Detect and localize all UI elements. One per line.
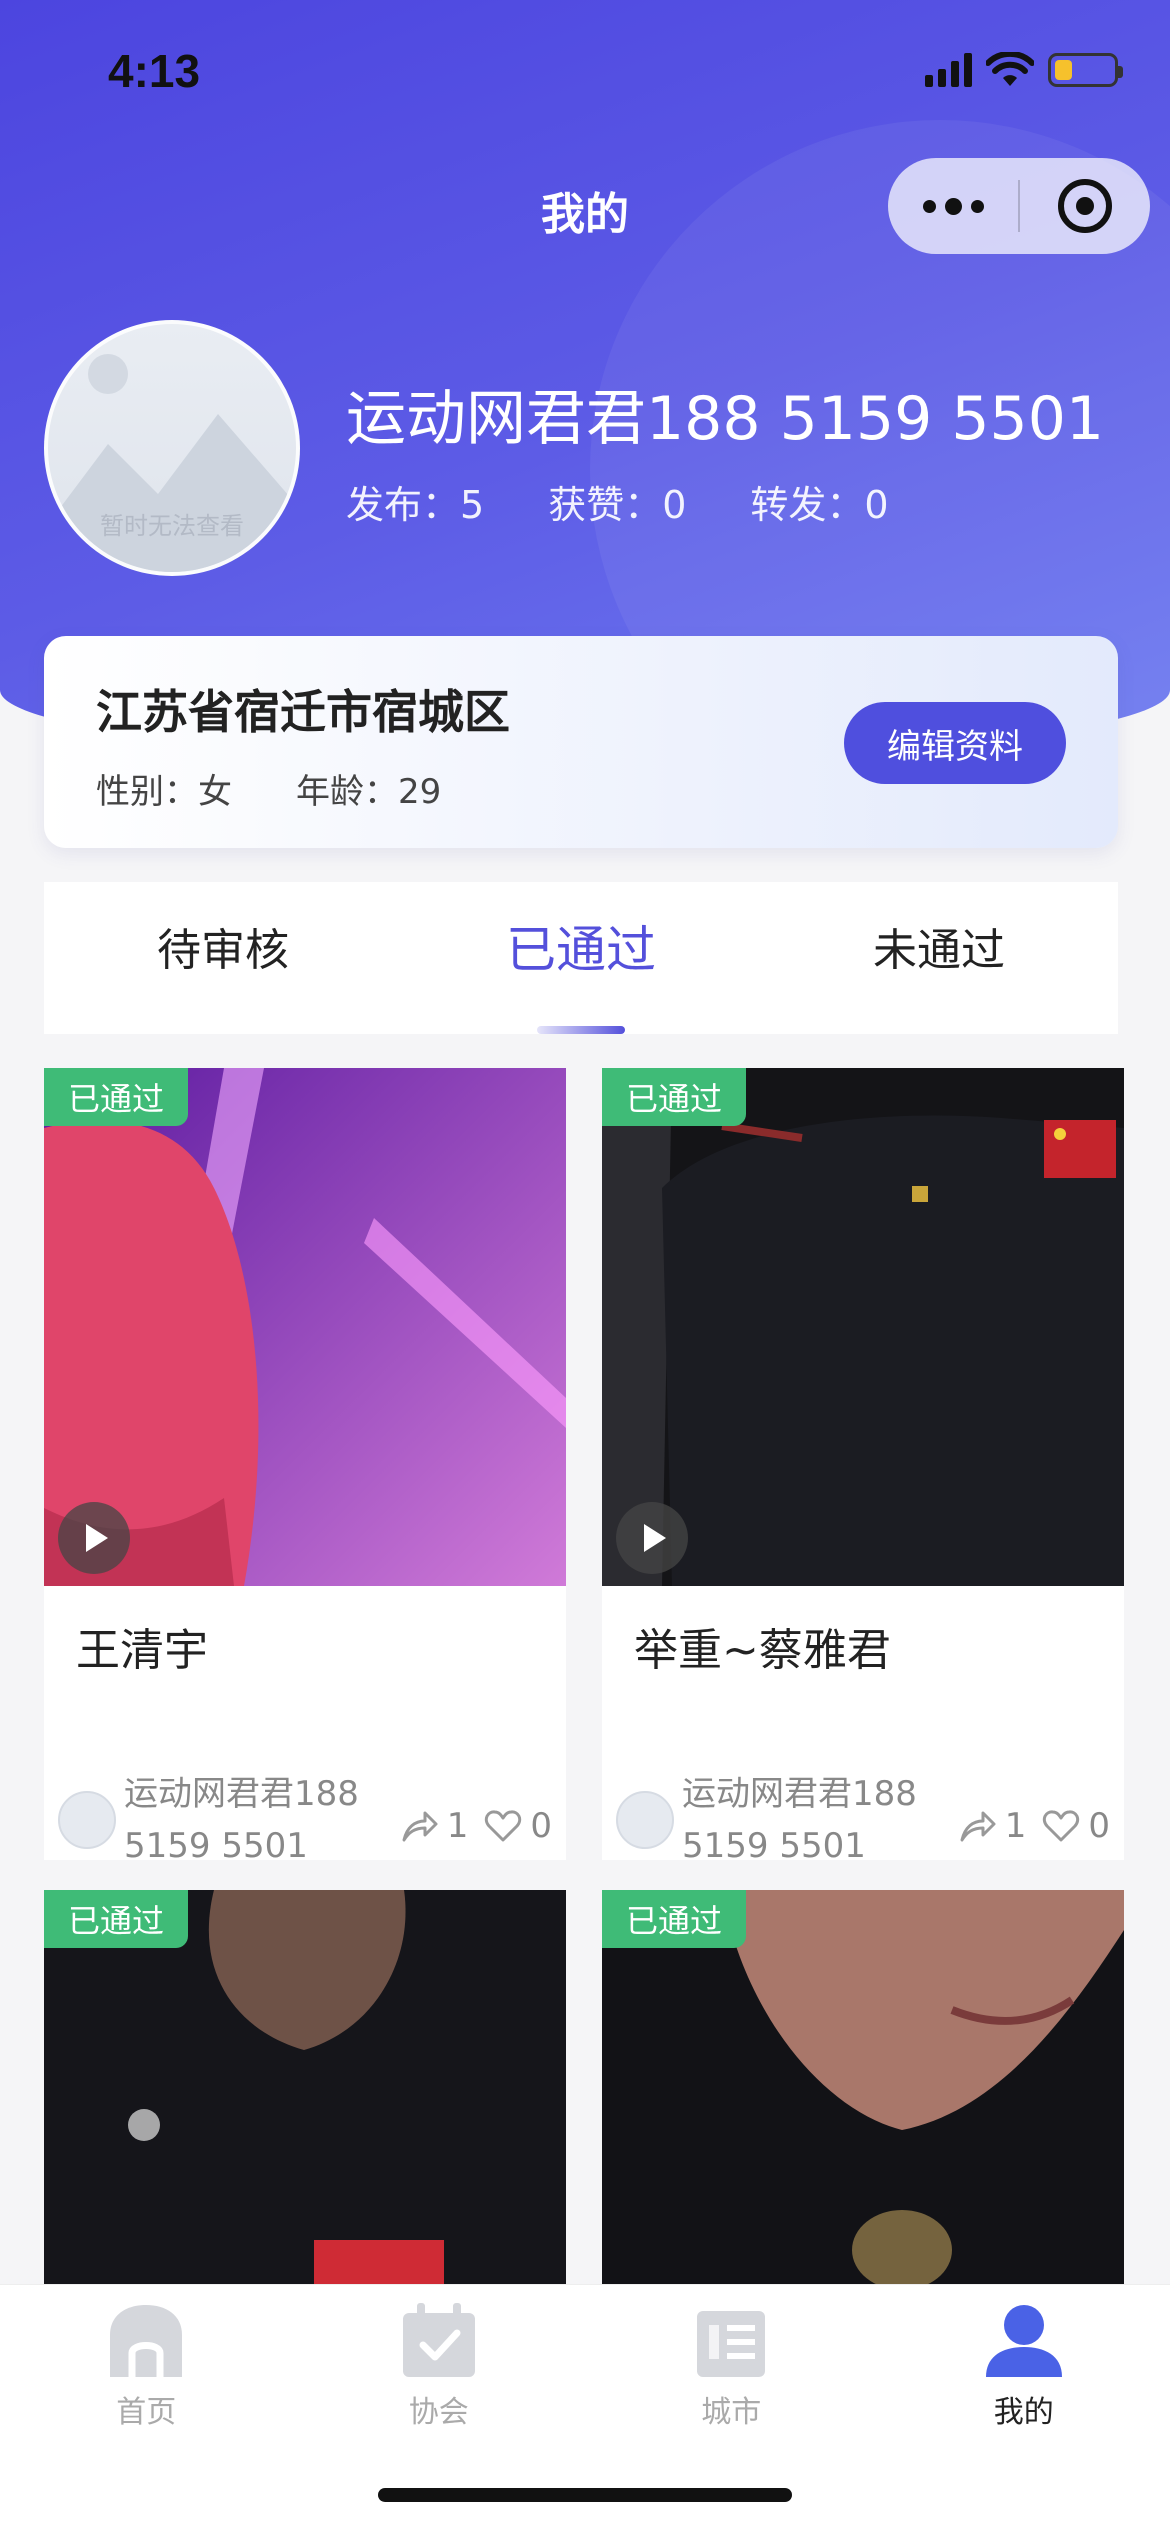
user-icon <box>985 2305 1062 2377</box>
profile-stats: 发布：5 获赞：0 转发：0 <box>346 474 889 529</box>
author-name: 运动网君君188 5159 5501 <box>124 1774 359 1860</box>
status-icons <box>925 52 1123 88</box>
stat-shares: 转发：0 <box>750 483 889 527</box>
more-dots-icon[interactable] <box>888 158 1018 254</box>
share-icon <box>960 1811 996 1842</box>
calendar-check-icon <box>402 2303 475 2377</box>
video-thumbnail-image <box>44 1068 566 1586</box>
play-icon[interactable] <box>58 1502 130 1574</box>
like-count: 0 <box>530 1806 552 1846</box>
heart-icon <box>485 1810 522 1842</box>
home-indicator <box>378 2488 792 2502</box>
like-count: 0 <box>1088 1806 1110 1846</box>
tab-pending[interactable]: 待审核 <box>44 882 402 1034</box>
signal-icon <box>925 53 972 87</box>
post-card[interactable]: 已通过 <box>602 1890 1124 2310</box>
post-stats: 1 0 <box>959 1806 1110 1846</box>
approved-badge: 已通过 <box>602 1068 747 1126</box>
region-text: 江苏省宿迁市宿城区 <box>96 685 510 739</box>
tabbar-label: 城市 <box>701 2395 762 2430</box>
tabbar-item-mine[interactable]: 我的 <box>878 2285 1170 2532</box>
play-icon[interactable] <box>616 1502 688 1574</box>
age-text: 年龄：29 <box>296 772 442 812</box>
tab-approved[interactable]: 已通过 <box>402 882 760 1034</box>
share-count: 1 <box>1004 1806 1027 1846</box>
tabbar-item-home[interactable]: 首页 <box>0 2285 293 2532</box>
wifi-icon <box>986 52 1034 86</box>
post-thumbnail[interactable]: 已通过 <box>602 1068 1124 1586</box>
post-author: 运动网君君188 5159 5501 <box>58 1768 384 1860</box>
mini-program-capsule <box>888 158 1150 254</box>
battery-icon <box>1048 53 1123 87</box>
like-stat[interactable]: 0 <box>1042 1806 1110 1846</box>
edit-profile-button[interactable]: 编辑资料 <box>844 702 1066 784</box>
video-thumbnail-image <box>602 1068 1124 1586</box>
stat-posts: 发布：5 <box>346 483 485 527</box>
author-name: 运动网君君188 5159 5501 <box>682 1774 917 1860</box>
like-stat[interactable]: 0 <box>484 1806 552 1846</box>
avatar-caption: 暂时无法查看 <box>100 512 244 540</box>
list-document-icon <box>697 2311 766 2377</box>
status-tabs: 待审核 已通过 未通过 <box>44 882 1118 1034</box>
tabbar-label: 我的 <box>993 2395 1054 2430</box>
close-target-icon[interactable] <box>1020 158 1150 254</box>
post-card[interactable]: 已通过 <box>44 1890 566 2310</box>
tabbar-label: 协会 <box>408 2395 469 2430</box>
post-thumbnail[interactable]: 已通过 <box>44 1068 566 1586</box>
post-stats: 1 0 <box>401 1806 552 1846</box>
post-title: 王清宇 <box>76 1625 208 1676</box>
tab-rejected[interactable]: 未通过 <box>760 882 1118 1034</box>
gender-text: 性别：女 <box>96 772 232 812</box>
share-count: 1 <box>446 1806 469 1846</box>
approved-badge: 已通过 <box>602 1890 747 1948</box>
share-stat[interactable]: 1 <box>401 1806 469 1846</box>
approved-badge: 已通过 <box>44 1890 189 1948</box>
info-meta: 性别：女 年龄：29 <box>96 764 441 813</box>
profile-name: 运动网君君188 5159 5501 <box>346 384 1105 454</box>
post-thumbnail[interactable]: 已通过 <box>602 1890 1124 2310</box>
video-thumbnail-image <box>602 1890 1124 2310</box>
info-card: 江苏省宿迁市宿城区 性别：女 年龄：29 编辑资料 <box>44 636 1118 848</box>
home-icon <box>110 2305 183 2377</box>
post-card[interactable]: 已通过 举重~蔡雅君 运动网君君188 5159 5501 1 0 <box>602 1068 1124 1860</box>
post-card[interactable]: 已通过 王清宇 运动网君君188 5159 5501 1 0 <box>44 1068 566 1860</box>
avatar[interactable]: 暂时无法查看 <box>44 320 300 576</box>
share-icon <box>402 1811 438 1842</box>
share-stat[interactable]: 1 <box>959 1806 1027 1846</box>
post-title: 举重~蔡雅君 <box>634 1625 891 1676</box>
heart-icon <box>1043 1810 1080 1842</box>
post-thumbnail[interactable]: 已通过 <box>44 1890 566 2310</box>
author-avatar <box>58 1791 116 1849</box>
tabbar-label: 首页 <box>116 2395 177 2430</box>
video-thumbnail-image <box>44 1890 566 2310</box>
post-author: 运动网君君188 5159 5501 <box>616 1768 942 1860</box>
approved-badge: 已通过 <box>44 1068 189 1126</box>
author-avatar <box>616 1791 674 1849</box>
status-time: 4:13 <box>108 45 201 97</box>
stat-likes: 获赞：0 <box>548 483 687 527</box>
